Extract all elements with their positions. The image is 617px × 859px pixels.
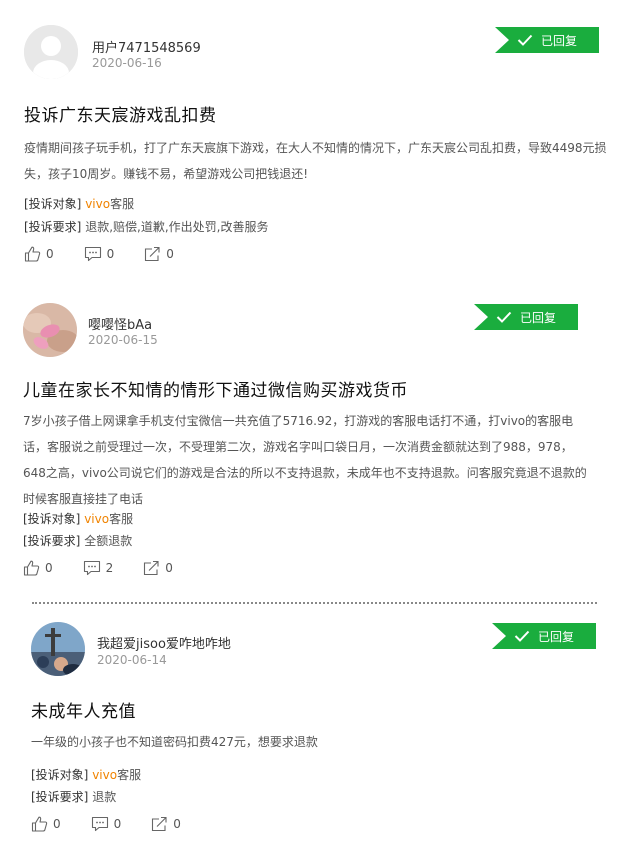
request-label: [投诉要求]: [23, 534, 81, 548]
comment-button[interactable]: 0: [91, 816, 122, 832]
status-badge: 已回复: [495, 27, 599, 53]
share-count: 0: [165, 561, 173, 575]
complaint-target: [投诉对象] vivo客服: [31, 766, 141, 783]
target-label: [投诉对象]: [23, 512, 81, 526]
like-button[interactable]: 0: [31, 816, 61, 832]
like-button[interactable]: 0: [23, 560, 53, 576]
target-label: [投诉对象]: [31, 768, 89, 782]
status-label: 已回复: [540, 33, 577, 48]
complaint-request: [投诉要求] 退款: [31, 788, 116, 805]
section-divider: [32, 602, 597, 604]
share-button[interactable]: 0: [151, 816, 181, 832]
complaint-title[interactable]: 投诉广东天宸游戏乱扣费: [24, 101, 217, 126]
status-label: 已回复: [537, 629, 574, 644]
target-brand[interactable]: vivo: [84, 512, 109, 526]
checkmark-icon: [514, 630, 530, 642]
like-count: 0: [45, 561, 53, 575]
thumbs-up-icon: [23, 560, 40, 576]
share-button[interactable]: 0: [143, 560, 173, 576]
complaint-card: 用户7471548569 2020-06-16 已回复 投诉广东天宸游戏乱扣费 …: [0, 0, 617, 280]
share-button[interactable]: 0: [144, 246, 174, 262]
default-avatar-icon: [24, 25, 78, 79]
action-bar: 0 0 0: [24, 246, 204, 262]
avatar[interactable]: [23, 303, 77, 357]
share-icon: [145, 246, 160, 262]
complaint-title[interactable]: 未成年人充值: [31, 697, 136, 722]
complaint-card: 嘤嘤怪bAa 2020-06-15 已回复 儿童在家长不知情的情形下通过微信购买…: [0, 280, 617, 600]
thumbs-up-icon: [24, 246, 41, 262]
like-count: 0: [53, 817, 61, 831]
thumbs-up-icon: [31, 816, 48, 832]
username[interactable]: 嘤嘤怪bAa: [88, 314, 152, 333]
request-label: [投诉要求]: [24, 220, 82, 234]
status-label: 已回复: [519, 310, 556, 325]
request-label: [投诉要求]: [31, 790, 89, 804]
target-department: 客服: [110, 197, 135, 211]
post-date: 2020-06-15: [88, 333, 158, 347]
complaint-body: 7岁小孩子借上网课拿手机支付宝微信一共充值了5716.92，打游戏的客服电话打不…: [23, 414, 587, 506]
checkmark-icon: [517, 34, 533, 46]
target-brand[interactable]: vivo: [85, 197, 110, 211]
target-brand[interactable]: vivo: [92, 768, 117, 782]
like-button[interactable]: 0: [24, 246, 54, 262]
complaint-request: [投诉要求] 退款,赔偿,道歉,作出处罚,改善服务: [24, 218, 268, 235]
comment-count: 0: [113, 817, 122, 831]
complaint-card: 我超爱jisoo爱咋地咋地 2020-06-14 已回复 未成年人充值 一年级的…: [0, 605, 617, 859]
comment-button[interactable]: 2: [83, 560, 114, 576]
comment-button[interactable]: 0: [84, 246, 115, 262]
post-date: 2020-06-16: [92, 56, 162, 70]
complaint-target: [投诉对象] vivo客服: [23, 510, 133, 527]
share-count: 0: [166, 247, 174, 261]
target-department: 客服: [117, 768, 142, 782]
action-bar: 0 0 0: [31, 816, 211, 832]
share-icon: [152, 816, 167, 832]
target-department: 客服: [109, 512, 134, 526]
comment-count: 2: [105, 561, 114, 575]
like-count: 0: [46, 247, 54, 261]
comment-icon: [91, 816, 108, 832]
username[interactable]: 我超爱jisoo爱咋地咋地: [97, 633, 231, 652]
action-bar: 0 2 0: [23, 560, 203, 576]
request-value: 退款: [92, 790, 117, 804]
share-count: 0: [173, 817, 181, 831]
username[interactable]: 用户7471548569: [92, 37, 201, 56]
avatar[interactable]: [24, 25, 78, 79]
request-value: 全额退款: [84, 534, 133, 548]
status-badge: 已回复: [474, 304, 578, 330]
user-photo-icon: [31, 622, 85, 676]
request-value: 退款,赔偿,道歉,作出处罚,改善服务: [85, 220, 269, 234]
share-icon: [144, 560, 159, 576]
user-photo-icon: [23, 303, 77, 357]
complaint-target: [投诉对象] vivo客服: [24, 195, 134, 212]
avatar[interactable]: [31, 622, 85, 676]
comment-count: 0: [106, 247, 115, 261]
target-label: [投诉对象]: [24, 197, 82, 211]
checkmark-icon: [496, 311, 512, 323]
post-date: 2020-06-14: [97, 653, 167, 667]
complaint-request: [投诉要求] 全额退款: [23, 532, 132, 549]
complaint-body: 一年级的小孩子也不知道密码扣费427元，想要求退款: [31, 735, 318, 749]
comment-icon: [84, 246, 101, 262]
complaint-title[interactable]: 儿童在家长不知情的情形下通过微信购买游戏货币: [23, 376, 408, 401]
comment-icon: [83, 560, 100, 576]
status-badge: 已回复: [492, 623, 596, 649]
complaint-body: 疫情期间孩子玩手机，打了广东天宸旗下游戏，在大人不知情的情况下，广东天宸公司乱扣…: [24, 141, 607, 181]
